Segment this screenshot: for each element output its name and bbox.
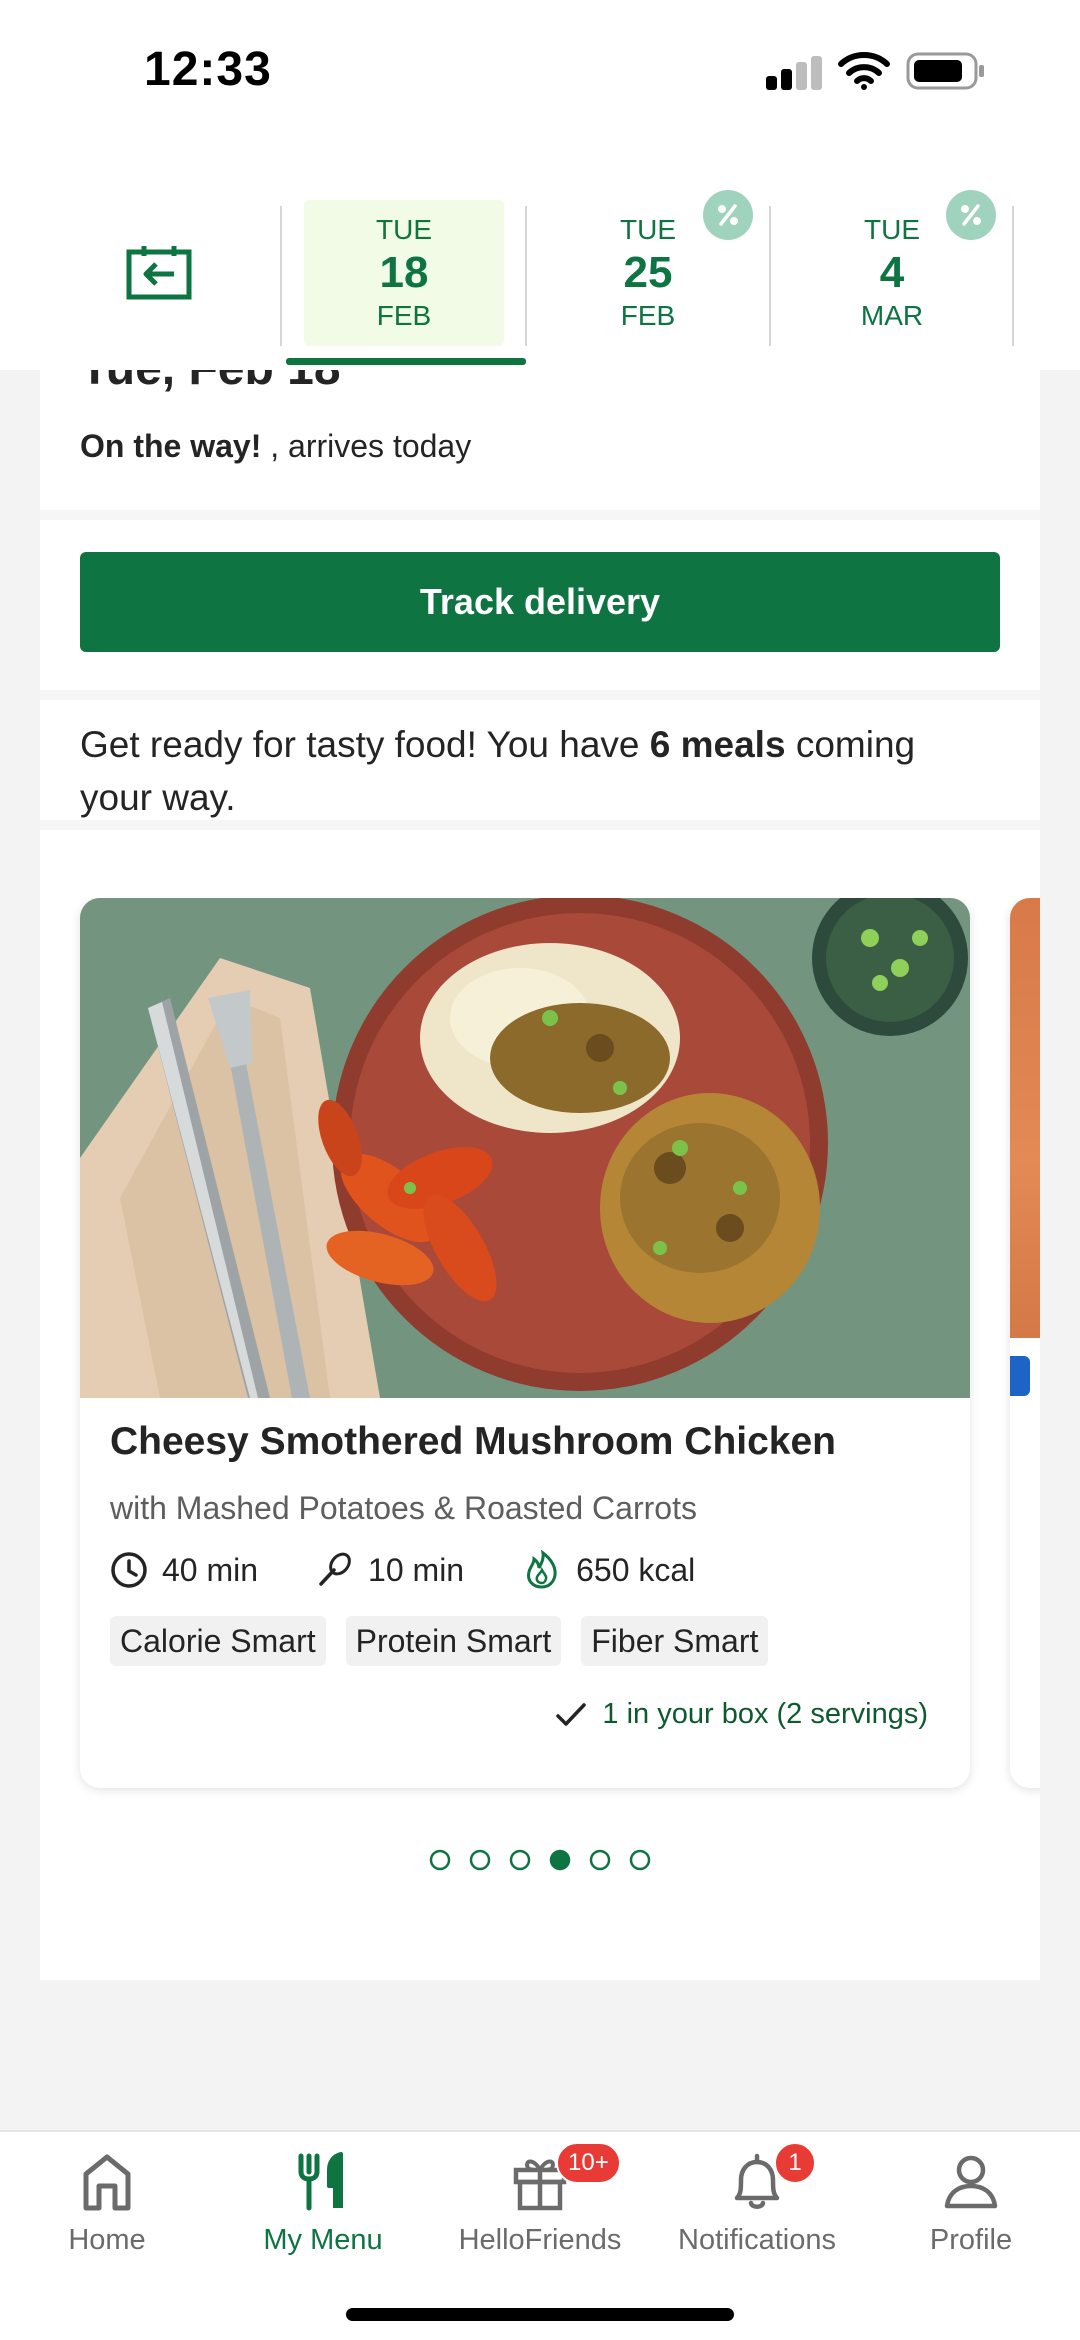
- profile-icon: [944, 2155, 998, 2209]
- recipe-subtitle: with Mashed Potatoes & Roasted Carrots: [110, 1490, 697, 1526]
- next-recipe-card-peek[interactable]: [1010, 898, 1040, 1788]
- calendar-back-icon[interactable]: [126, 244, 192, 300]
- delivery-status: On the way! , arrives today: [80, 428, 471, 465]
- date-tab-weekday: TUE: [376, 214, 432, 245]
- next-recipe-image: [1010, 898, 1040, 1338]
- meals-count: 6 meals: [649, 724, 786, 765]
- nav-profile[interactable]: Profile: [866, 2152, 1076, 2282]
- pager-dot[interactable]: [589, 1849, 611, 1871]
- date-tab-weekday: TUE: [620, 214, 676, 245]
- delivery-content: Tue, Feb 18 On the way! , arrives today …: [40, 250, 1040, 1980]
- delivery-status-rest: , arrives today: [261, 428, 472, 464]
- nav-home[interactable]: Home: [2, 2152, 212, 2282]
- tab-separator: [525, 206, 527, 346]
- prep-time-stat: 10 min: [316, 1551, 464, 1589]
- percent-icon: [718, 204, 738, 226]
- pager-dot[interactable]: [629, 1849, 651, 1871]
- carousel-pager: [40, 1845, 1040, 1875]
- clock-icon: [111, 1552, 147, 1588]
- home-icon: [83, 2154, 131, 2211]
- recipe-tag: Calorie Smart: [110, 1616, 326, 1666]
- recipe-tags: Calorie Smart Protein Smart Fiber Smart: [110, 1616, 788, 1666]
- pager-dot[interactable]: [429, 1849, 451, 1871]
- pager-dot[interactable]: [509, 1849, 531, 1871]
- track-delivery-button[interactable]: Track delivery: [80, 552, 1000, 652]
- recipe-carousel[interactable]: Cheesy Smothered Mushroom Chicken with M…: [40, 898, 1040, 1848]
- nav-profile-label: Profile: [929, 2224, 1013, 2256]
- meals-coming-text: Get ready for tasty food! You have 6 mea…: [80, 718, 980, 824]
- nav-my-menu-label: My Menu: [263, 2224, 383, 2256]
- in-box-text: 1 in your box (2 servings): [602, 1698, 928, 1730]
- recipe-tag: Fiber Smart: [581, 1616, 769, 1666]
- pager-dot[interactable]: [469, 1849, 491, 1871]
- battery-icon: [906, 52, 984, 90]
- date-tab-month: FEB: [620, 300, 676, 331]
- notifications-badge: 1: [774, 2142, 816, 2184]
- tab-separator: [1012, 206, 1014, 346]
- nav-home-label: Home: [68, 2224, 146, 2256]
- home-indicator: [346, 2308, 734, 2321]
- total-time-value: 40 min: [162, 1551, 259, 1588]
- date-tab-day: 18: [379, 248, 429, 297]
- discount-badge: [703, 190, 753, 240]
- status-time: 12:33: [144, 43, 272, 96]
- nav-notifications[interactable]: Notifications: [652, 2152, 862, 2282]
- date-tab-month: FEB: [376, 300, 432, 331]
- next-recipe-badge: [1010, 1356, 1030, 1396]
- prep-time-value: 10 min: [368, 1551, 465, 1588]
- nav-hellofriends-label: HelloFriends: [458, 2224, 622, 2256]
- divider: [40, 510, 1040, 520]
- calories-flame-icon: [527, 1550, 557, 1589]
- discount-badge: [946, 190, 996, 240]
- date-tab-weekday: TUE: [864, 214, 920, 245]
- tab-separator: [280, 206, 282, 346]
- cellular-signal-icon: [766, 56, 824, 90]
- pager-dot-active[interactable]: [549, 1849, 571, 1871]
- recipe-image: [80, 898, 970, 1398]
- date-tab-feb-18[interactable]: TUE 18 FEB: [304, 200, 504, 346]
- wifi-icon: [838, 52, 890, 90]
- date-tab-day: 4: [879, 248, 905, 297]
- nav-my-menu[interactable]: My Menu: [218, 2152, 428, 2282]
- recipe-title: Cheesy Smothered Mushroom Chicken: [110, 1420, 836, 1463]
- recipe-stats: 40 min 10 min 650 kcal: [110, 1548, 753, 1592]
- total-time-stat: 40 min: [110, 1551, 258, 1589]
- recipe-tag: Protein Smart: [345, 1616, 562, 1666]
- delivery-date-tabs: TUE 18 FEB TUE 25 FEB TUE 4 MAR: [0, 150, 1080, 370]
- pager-dots[interactable]: [420, 1845, 660, 1875]
- meals-text-before: Get ready for tasty food! You have: [80, 724, 650, 765]
- hellofriends-badge: 10+: [556, 2142, 621, 2184]
- tab-separator: [769, 206, 771, 346]
- date-tab-day: 25: [623, 248, 673, 297]
- fork-knife-icon: [298, 2152, 343, 2211]
- calories-value: 650 kcal: [576, 1551, 696, 1588]
- calories-stat: 650 kcal: [522, 1550, 695, 1590]
- recipe-card[interactable]: Cheesy Smothered Mushroom Chicken with M…: [80, 898, 970, 1788]
- divider: [40, 820, 1040, 830]
- checkmark-icon: [556, 1702, 587, 1726]
- whisk-icon: [319, 1552, 351, 1586]
- active-tab-underline: [286, 358, 526, 365]
- status-bar: 12:33: [0, 0, 1080, 150]
- nav-notifications-label: Notifications: [678, 2224, 836, 2256]
- date-tab-month: MAR: [860, 300, 924, 331]
- divider: [40, 690, 1040, 700]
- delivery-status-bold: On the way!: [80, 428, 262, 464]
- in-box-indicator: 1 in your box (2 servings): [556, 1698, 928, 1731]
- percent-icon: [961, 204, 981, 226]
